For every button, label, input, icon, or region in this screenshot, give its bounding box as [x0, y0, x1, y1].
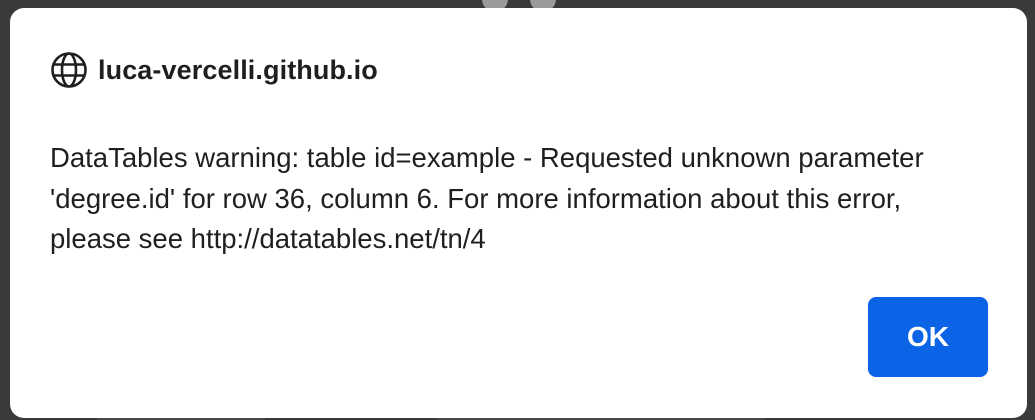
dialog-message: DataTables warning: table id=example - R…	[50, 142, 924, 254]
globe-icon	[50, 51, 88, 89]
dialog-origin: luca-vercelli.github.io	[98, 54, 378, 85]
alert-dialog: luca-vercelli.github.io DataTables warni…	[10, 8, 1027, 418]
ok-button[interactable]: OK	[868, 297, 988, 377]
dialog-header: luca-vercelli.github.io	[50, 52, 378, 88]
